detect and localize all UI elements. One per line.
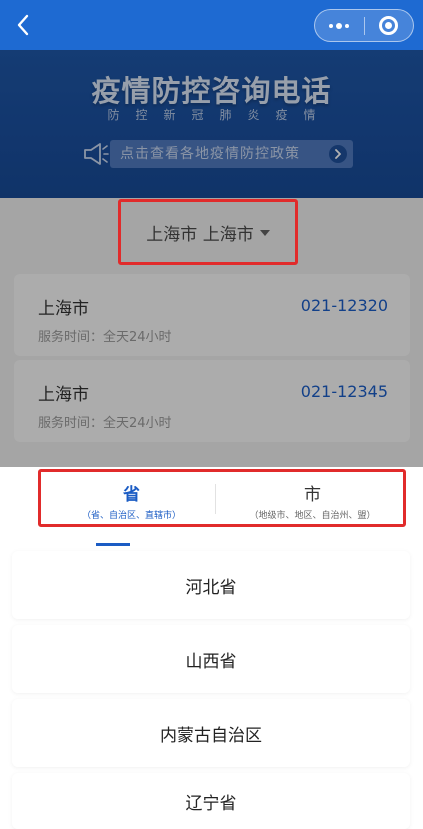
megaphone-icon xyxy=(84,143,109,165)
hotline-hours: 服务时间：全天24小时 xyxy=(38,330,172,345)
banner-title: 疫情防控咨询电话 xyxy=(91,74,332,108)
province-item[interactable]: 河北省 xyxy=(12,551,410,619)
target-icon xyxy=(379,16,399,35)
hotline-list: 上海市 021-12320 服务时间：全天24小时 上海市 021-12345 … xyxy=(0,262,423,467)
close-miniprogram-button[interactable] xyxy=(365,10,414,41)
province-item[interactable]: 山西省 xyxy=(12,625,410,693)
miniprogram-capsule xyxy=(314,9,414,42)
tab-province[interactable]: 省 （省、自治区、直辖市） xyxy=(41,472,222,524)
region-selector[interactable]: 上海市 上海市 xyxy=(118,199,298,265)
hotline-item[interactable]: 上海市 021-12345 服务时间：全天24小时 xyxy=(14,360,410,442)
hotline-phone[interactable]: 021-12320 xyxy=(301,296,388,315)
tab-divider xyxy=(215,484,216,514)
more-button[interactable] xyxy=(315,10,364,41)
hotline-hours: 服务时间：全天24小时 xyxy=(38,416,172,431)
province-item[interactable]: 内蒙古自治区 xyxy=(12,699,410,767)
chevron-left-icon xyxy=(17,14,29,36)
banner-subtitle: 防控新冠肺炎疫情 xyxy=(107,108,332,122)
top-navbar xyxy=(0,0,423,50)
region-picker-sheet: 省 （省、自治区、直辖市） 市 （地级市、地区、自治州、盟） 河北省 山西省 内… xyxy=(0,467,423,829)
tab-city-subtitle: （地级市、地区、自治州、盟） xyxy=(249,511,376,521)
province-item[interactable]: 辽宁省 xyxy=(12,773,410,829)
level-tabs: 省 （省、自治区、直辖市） 市 （地级市、地区、自治州、盟） xyxy=(38,469,406,527)
tab-city-title: 市 xyxy=(304,485,321,505)
more-dots-icon xyxy=(329,22,350,29)
hotline-name: 上海市 xyxy=(38,385,89,405)
back-button[interactable] xyxy=(8,9,38,41)
tab-province-subtitle: （省、自治区、直辖市） xyxy=(81,511,181,521)
chevron-right-icon xyxy=(329,145,347,163)
hotline-name: 上海市 xyxy=(38,299,89,319)
policy-button[interactable]: 点击查看各地疫情防控政策 xyxy=(110,140,353,168)
policy-link[interactable]: 点击查看各地疫情防控政策 xyxy=(80,138,355,170)
active-tab-indicator xyxy=(96,543,130,546)
hotline-item[interactable]: 上海市 021-12320 服务时间：全天24小时 xyxy=(14,274,410,356)
hotline-banner: 疫情防控咨询电话 防控新冠肺炎疫情 点击查看各地疫情防控政策 xyxy=(0,50,423,198)
caret-down-icon xyxy=(259,230,270,236)
tab-city[interactable]: 市 （地级市、地区、自治州、盟） xyxy=(222,472,403,524)
region-label: 上海市 上海市 xyxy=(146,224,254,245)
hotline-phone[interactable]: 021-12345 xyxy=(301,382,388,401)
tab-province-title: 省 xyxy=(123,485,140,505)
region-bar: 上海市 上海市 xyxy=(0,198,423,265)
policy-button-label: 点击查看各地疫情防控政策 xyxy=(120,146,300,162)
